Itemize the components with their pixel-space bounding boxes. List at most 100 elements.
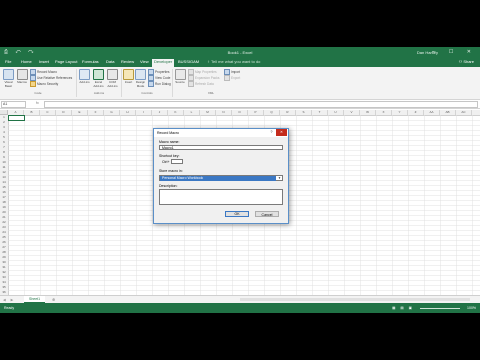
description-label: Description: bbox=[159, 184, 178, 188]
export-icon bbox=[224, 75, 230, 82]
function-icon[interactable]: fx bbox=[36, 101, 39, 105]
visual-basic-label: Visual Basic bbox=[4, 80, 13, 88]
addins-label: Add-ins bbox=[79, 80, 90, 84]
record-macro-dialog: Record Macro ? ✕ Macro name: Macro1 Shor… bbox=[153, 128, 289, 224]
insert-control-button[interactable]: Insert bbox=[123, 69, 134, 85]
ribbon-developer: Visual Basic Macros Record Macro Use Rel… bbox=[0, 67, 480, 100]
map-properties-label: Map Properties bbox=[195, 70, 217, 74]
tab-view[interactable]: View bbox=[138, 59, 151, 67]
ribbon-separator bbox=[76, 69, 77, 97]
source-label: Source bbox=[175, 80, 185, 84]
controls-group-label: Controls bbox=[141, 91, 153, 95]
tab-home[interactable]: Home bbox=[19, 59, 34, 67]
tell-me-box[interactable]: ♀ Tell me what you want to do bbox=[205, 59, 262, 67]
properties-label: Properties bbox=[155, 70, 170, 74]
zoom-slider[interactable] bbox=[420, 307, 460, 309]
chevron-down-icon[interactable]: ▼ bbox=[277, 176, 282, 181]
macros-label: Macros bbox=[17, 80, 27, 84]
macro-name-input[interactable]: Macro1 bbox=[159, 145, 283, 150]
store-macro-label: Store macro in: bbox=[159, 169, 183, 173]
tab-insert[interactable]: Insert bbox=[37, 59, 51, 67]
window-controls[interactable]: ─ ☐ ✕ bbox=[432, 49, 477, 55]
tab-page-layout[interactable]: Page Layout bbox=[53, 59, 79, 67]
status-ready: Ready bbox=[4, 306, 15, 310]
xml-group-label: XML bbox=[207, 91, 215, 95]
run-dialog-icon bbox=[148, 81, 154, 88]
expansion-packs-label: Expansion Packs bbox=[195, 76, 220, 80]
refresh-icon bbox=[188, 81, 194, 88]
tab-data[interactable]: Data bbox=[104, 59, 116, 67]
macro-security-button[interactable]: Macro Security bbox=[30, 81, 59, 88]
xml-source-icon bbox=[174, 69, 186, 80]
shortcut-key-label: Shortcut key: bbox=[159, 154, 180, 158]
macro-security-label: Macro Security bbox=[37, 82, 59, 86]
excel-addins-icon bbox=[93, 69, 104, 80]
record-macro-label: Record Macro bbox=[37, 70, 58, 74]
dialog-title: Record Macro bbox=[157, 131, 179, 135]
ribbon-separator bbox=[172, 69, 173, 97]
addins-button[interactable]: Add-ins bbox=[78, 69, 91, 85]
tab-formulas[interactable]: Formulas bbox=[80, 59, 101, 67]
formula-bar: A1 fx bbox=[0, 100, 480, 109]
view-buttons[interactable]: ▦ ▤ ▣ bbox=[392, 306, 414, 310]
horizontal-scrollbar[interactable] bbox=[240, 298, 470, 301]
ribbon-separator bbox=[121, 69, 122, 97]
tab-review[interactable]: Review bbox=[119, 59, 136, 67]
addins-icon bbox=[79, 69, 90, 80]
export-button[interactable]: Export bbox=[224, 75, 241, 82]
excel-addins-button[interactable]: Excel Add-ins bbox=[92, 69, 105, 88]
import-label: Import bbox=[231, 70, 241, 74]
com-addins-icon bbox=[107, 69, 118, 80]
visual-basic-button[interactable]: Visual Basic bbox=[2, 69, 15, 88]
source-button[interactable]: Source bbox=[174, 69, 186, 85]
tell-me-text: Tell me what you want to do bbox=[211, 59, 261, 64]
export-label: Export bbox=[231, 76, 241, 80]
title-bar: ⎙ ↶ ↷ Book1 - Excel Dan Hartley ─ ☐ ✕ bbox=[0, 47, 480, 57]
tab-bussigam[interactable]: BUSSIGAM bbox=[176, 59, 201, 67]
store-macro-select[interactable]: Personal Macro Workbook ▼ bbox=[159, 175, 283, 181]
toolbox-icon bbox=[123, 69, 134, 80]
name-box[interactable]: A1 bbox=[1, 101, 26, 108]
excel-addins-label: Excel Add-ins bbox=[93, 80, 104, 88]
design-mode-label: Design Mode bbox=[135, 80, 146, 88]
share-label: Share bbox=[463, 59, 474, 64]
refresh-data-button[interactable]: Refresh Data bbox=[188, 81, 214, 88]
dialog-title-bar[interactable]: Record Macro ? ✕ bbox=[154, 129, 288, 137]
status-bar: Ready ▦ ▤ ▣ 100% bbox=[0, 303, 480, 313]
formula-input[interactable] bbox=[44, 101, 478, 108]
view-code-label: View Code bbox=[155, 76, 171, 80]
active-cell[interactable] bbox=[8, 115, 25, 121]
zoom-level[interactable]: 100% bbox=[467, 306, 476, 310]
macro-name-label: Macro name: bbox=[159, 140, 180, 144]
com-addins-button[interactable]: COM Add-ins bbox=[106, 69, 119, 88]
refresh-data-label: Refresh Data bbox=[195, 82, 214, 86]
use-relative-label: Use Relative References bbox=[37, 76, 73, 80]
design-mode-icon bbox=[135, 69, 146, 80]
shortcut-key-input[interactable] bbox=[171, 159, 183, 164]
run-dialog-label: Run Dialog bbox=[155, 82, 171, 86]
run-dialog-button[interactable]: Run Dialog bbox=[148, 81, 171, 88]
visual-basic-icon bbox=[3, 69, 14, 80]
description-textarea[interactable] bbox=[159, 189, 283, 205]
warning-icon bbox=[30, 81, 36, 88]
window-title: Book1 - Excel bbox=[227, 50, 253, 55]
design-mode-button[interactable]: Design Mode bbox=[135, 69, 146, 88]
new-sheet-icon[interactable]: ⊕ bbox=[52, 297, 55, 302]
addins-group-label: Add-ins bbox=[93, 91, 105, 95]
com-addins-label: COM Add-ins bbox=[107, 80, 118, 88]
ribbon-tabs: File Home Insert Page Layout Formulas Da… bbox=[0, 57, 480, 67]
sheet-nav-arrows[interactable]: ◀ ▶ bbox=[3, 298, 15, 302]
help-button[interactable]: ? bbox=[268, 130, 275, 135]
tab-developer[interactable]: Developer bbox=[152, 59, 175, 67]
sheet-tab-sheet1[interactable]: Sheet1 bbox=[24, 296, 46, 303]
macros-button[interactable]: Macros bbox=[16, 69, 28, 85]
store-macro-value: Personal Macro Workbook bbox=[160, 176, 276, 181]
insert-label: Insert bbox=[124, 80, 133, 84]
code-group-label: Code bbox=[34, 91, 42, 95]
cancel-button[interactable]: Cancel bbox=[255, 211, 279, 217]
share-button[interactable]: ⚇ Share bbox=[459, 59, 474, 64]
ok-button[interactable]: OK bbox=[225, 211, 249, 217]
close-icon[interactable]: ✕ bbox=[276, 129, 287, 136]
ctrl-prefix: Ctrl+ bbox=[162, 160, 170, 164]
tab-file[interactable]: File bbox=[3, 59, 13, 67]
